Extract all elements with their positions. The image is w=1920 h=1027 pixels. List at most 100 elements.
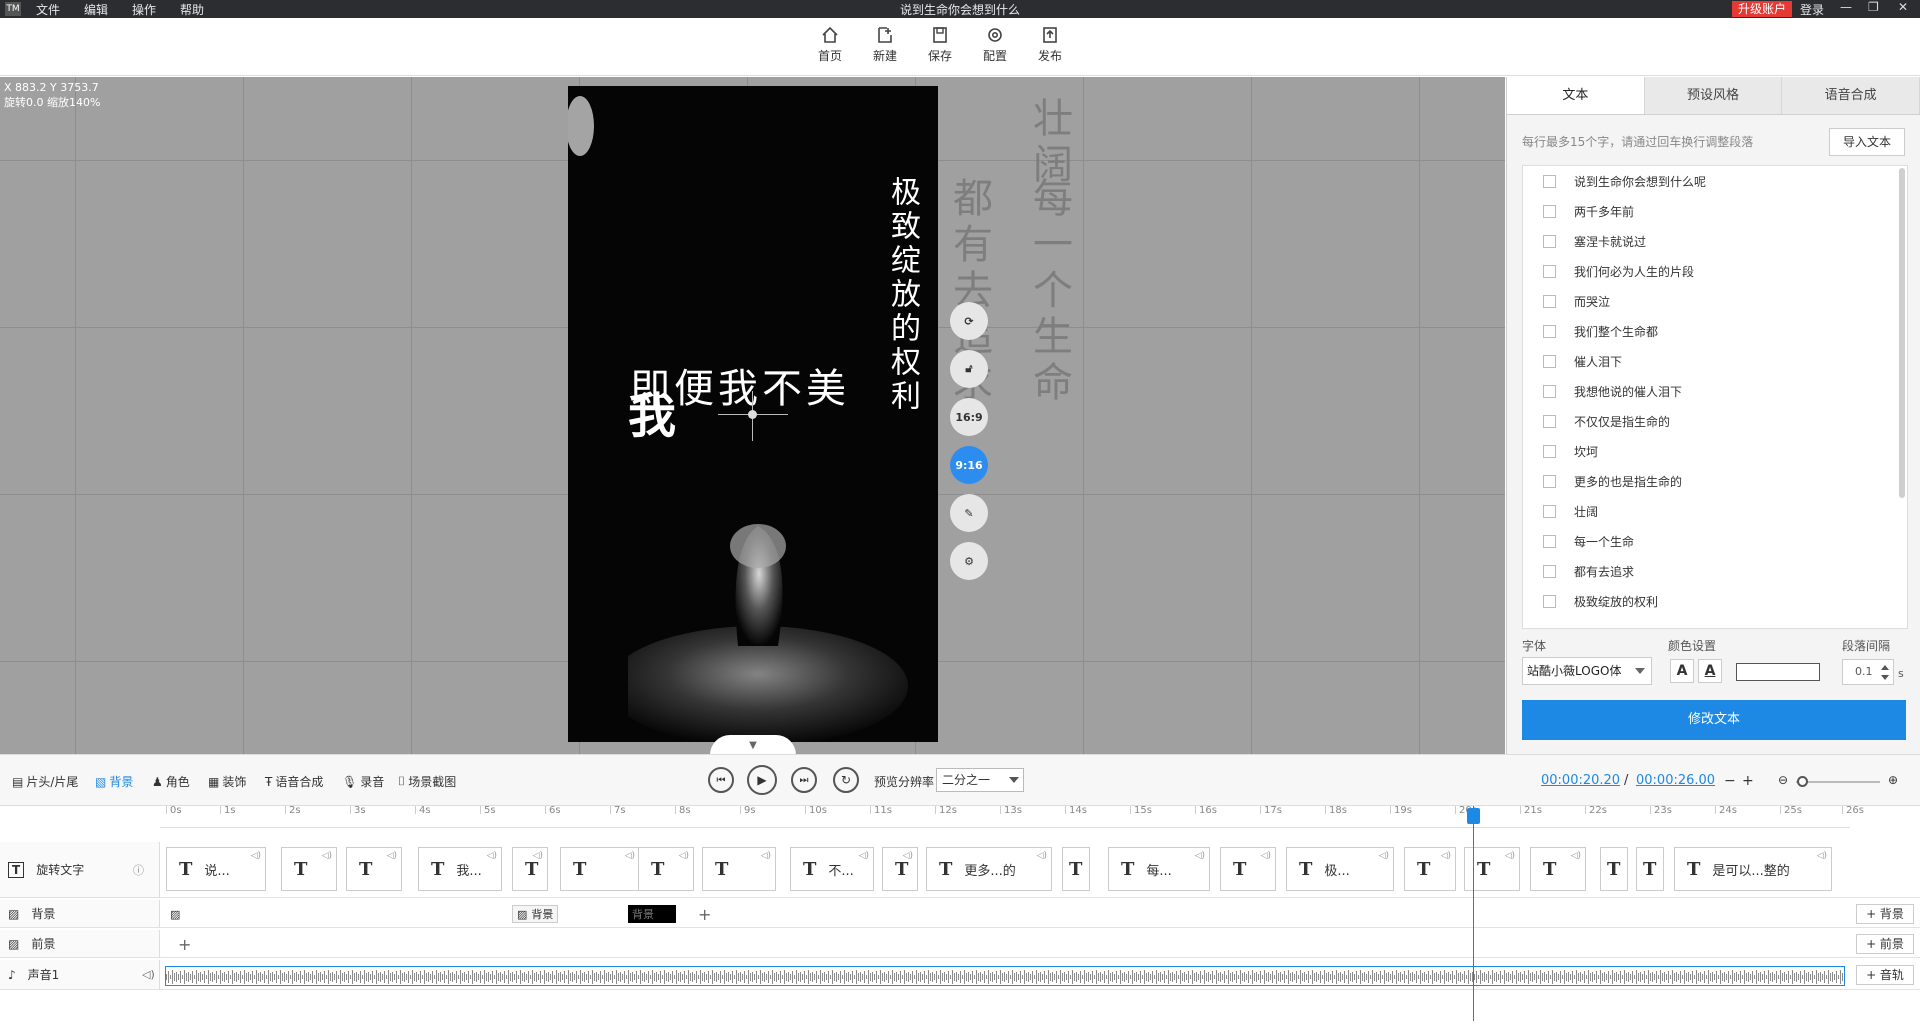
playhead-handle[interactable] xyxy=(1467,808,1480,824)
list-item[interactable]: 都有去追求 xyxy=(1523,556,1907,586)
zoom-slider-handle[interactable] xyxy=(1797,776,1808,787)
list-item[interactable]: 我们整个生命都 xyxy=(1523,316,1907,346)
line-checkbox[interactable] xyxy=(1543,324,1556,338)
list-item[interactable]: 我想他说的催人泪下 xyxy=(1523,376,1907,406)
publish-button[interactable]: 发布 xyxy=(1030,26,1070,64)
line-checkbox[interactable] xyxy=(1543,354,1556,368)
background-clip[interactable]: ▨ 背景 xyxy=(512,905,559,923)
home-button[interactable]: 首页 xyxy=(810,26,850,64)
text-clip[interactable]: T ◁) xyxy=(638,847,694,891)
tab-voice-synthesis[interactable]: 语音合成 xyxy=(1782,77,1920,114)
text-clip[interactable]: T ◁) xyxy=(1220,847,1276,891)
upgrade-account-button[interactable]: 升级账户 xyxy=(1732,1,1793,17)
scene-capture-button[interactable]: ⌷ 场景截图 xyxy=(398,773,456,790)
help-icon[interactable]: ⓘ xyxy=(133,862,144,878)
time-minus-button[interactable]: − xyxy=(1724,773,1736,789)
text-clip[interactable]: T xyxy=(1636,847,1664,891)
list-scrollbar[interactable] xyxy=(1899,168,1905,498)
text-clip[interactable]: T ◁) xyxy=(1404,847,1456,891)
background-clip[interactable]: 背景 xyxy=(628,905,676,923)
list-item[interactable]: 塞涅卡就说过 xyxy=(1523,226,1907,256)
line-checkbox[interactable] xyxy=(1543,204,1556,218)
maximize-icon[interactable]: ❐ xyxy=(1868,0,1879,14)
list-item[interactable]: 而哭泣 xyxy=(1523,286,1907,316)
ratio-16-9-button[interactable]: 16:9 xyxy=(950,398,988,436)
anchor-point-handle[interactable] xyxy=(748,410,757,419)
text-clip[interactable]: T 我... ◁) xyxy=(418,847,502,891)
volume-icon[interactable]: ◁) xyxy=(142,968,155,981)
rotate-button[interactable]: ⟳ xyxy=(950,302,988,340)
list-item[interactable]: 说到生命你会想到什么呢 xyxy=(1523,166,1907,196)
preview-rate-select[interactable]: 二分之一 xyxy=(936,768,1024,792)
character-button[interactable]: ♟ 角色 xyxy=(152,773,190,790)
font-color-button[interactable]: A xyxy=(1670,659,1694,683)
skip-end-button[interactable]: ⏭ xyxy=(791,767,817,793)
settings-button[interactable]: ⚙ xyxy=(950,542,988,580)
zoom-in-icon[interactable]: ⊕ xyxy=(1888,773,1898,787)
background-button[interactable]: ▧ 背景 xyxy=(95,773,133,790)
text-clip[interactable]: T ◁) xyxy=(702,847,776,891)
save-button[interactable]: 保存 xyxy=(920,26,960,64)
replay-button[interactable]: ↻ xyxy=(833,767,859,793)
add-clip-button[interactable]: + xyxy=(174,935,195,954)
line-checkbox[interactable] xyxy=(1543,534,1556,548)
stroke-color-button[interactable]: A xyxy=(1698,659,1722,683)
zoom-out-icon[interactable]: ⊖ xyxy=(1778,773,1788,787)
list-item[interactable]: 不仅仅是指生命的 xyxy=(1523,406,1907,436)
tab-preset-style[interactable]: 预设风格 xyxy=(1645,77,1783,114)
login-link[interactable]: 登录 xyxy=(1800,1,1824,18)
collapse-panel-button[interactable]: ▼ xyxy=(710,735,796,755)
line-checkbox[interactable] xyxy=(1543,294,1556,308)
import-text-button[interactable]: 导入文本 xyxy=(1829,128,1905,156)
text-clip[interactable]: T 更多...的 ◁) xyxy=(926,847,1052,891)
stepper-up-icon[interactable] xyxy=(1881,665,1889,670)
editor-canvas[interactable]: X 883.2 Y 3753.7 旋转0.0 缩放140% 壮阔 每一个生命 都… xyxy=(0,77,1505,754)
line-checkbox[interactable] xyxy=(1543,474,1556,488)
line-checkbox[interactable] xyxy=(1543,504,1556,518)
voice-synthesis-button[interactable]: Ŧ 语音合成 xyxy=(265,773,323,790)
text-clip[interactable]: T ◁) xyxy=(512,847,548,891)
skip-start-button[interactable]: ⏮ xyxy=(708,767,734,793)
text-clip[interactable]: T ◁) xyxy=(281,847,337,891)
ratio-9-16-button[interactable]: 9:16 xyxy=(950,446,988,484)
text-clip[interactable]: T xyxy=(1062,847,1090,891)
add-clip-button[interactable]: + xyxy=(694,905,715,924)
menu-edit[interactable]: 编辑 xyxy=(84,1,108,18)
line-checkbox[interactable] xyxy=(1543,444,1556,458)
list-item[interactable]: 每一个生命 xyxy=(1523,526,1907,556)
line-checkbox[interactable] xyxy=(1543,564,1556,578)
line-checkbox[interactable] xyxy=(1543,594,1556,608)
text-clip[interactable]: T ◁) xyxy=(346,847,402,891)
tab-text[interactable]: 文本 xyxy=(1507,77,1645,114)
background-clip[interactable]: ▨ xyxy=(166,905,184,923)
text-clip[interactable]: T 说... ◁) xyxy=(166,847,266,891)
time-ruler[interactable]: 0s 1s 2s 3s 4s 5s 6s 7s 8s 9s 10s 11s 12… xyxy=(160,806,1864,828)
spacing-stepper[interactable]: 0.1 xyxy=(1842,659,1894,685)
add-audio-track-button[interactable]: + 音轨 xyxy=(1856,965,1914,985)
edit-button[interactable]: ✎ xyxy=(950,494,988,532)
menu-operate[interactable]: 操作 xyxy=(132,1,156,18)
video-preview[interactable]: 极致绽放的权利 即便我不美 我 xyxy=(568,86,938,742)
text-clip[interactable]: T xyxy=(1600,847,1628,891)
menu-file[interactable]: 文件 xyxy=(36,1,60,18)
line-checkbox[interactable] xyxy=(1543,234,1556,248)
list-item[interactable]: 坎坷 xyxy=(1523,436,1907,466)
list-item[interactable]: 极致绽放的权利 xyxy=(1523,586,1907,616)
list-item[interactable]: 我们何必为人生的片段 xyxy=(1523,256,1907,286)
font-select[interactable]: 站酷小薇LOGO体 xyxy=(1522,657,1652,685)
new-button[interactable]: 新建 xyxy=(865,26,905,64)
line-checkbox[interactable] xyxy=(1543,264,1556,278)
modify-text-button[interactable]: 修改文本 xyxy=(1522,700,1906,740)
line-checkbox[interactable] xyxy=(1543,174,1556,188)
text-clip[interactable]: T ◁) xyxy=(1530,847,1586,891)
add-foreground-button[interactable]: + 前景 xyxy=(1856,934,1914,954)
config-button[interactable]: 配置 xyxy=(975,26,1015,64)
decoration-button[interactable]: ▦ 装饰 xyxy=(208,773,246,790)
play-button[interactable]: ▶ xyxy=(747,765,777,795)
record-button[interactable]: 🎙︎ 录音 xyxy=(342,773,384,790)
text-clip[interactable]: T 每... ◁) xyxy=(1108,847,1210,891)
list-item[interactable]: 更多的也是指生命的 xyxy=(1523,466,1907,496)
line-checkbox[interactable] xyxy=(1543,384,1556,398)
add-background-button[interactable]: + 背景 xyxy=(1856,904,1914,924)
audio-waveform[interactable] xyxy=(165,966,1845,986)
